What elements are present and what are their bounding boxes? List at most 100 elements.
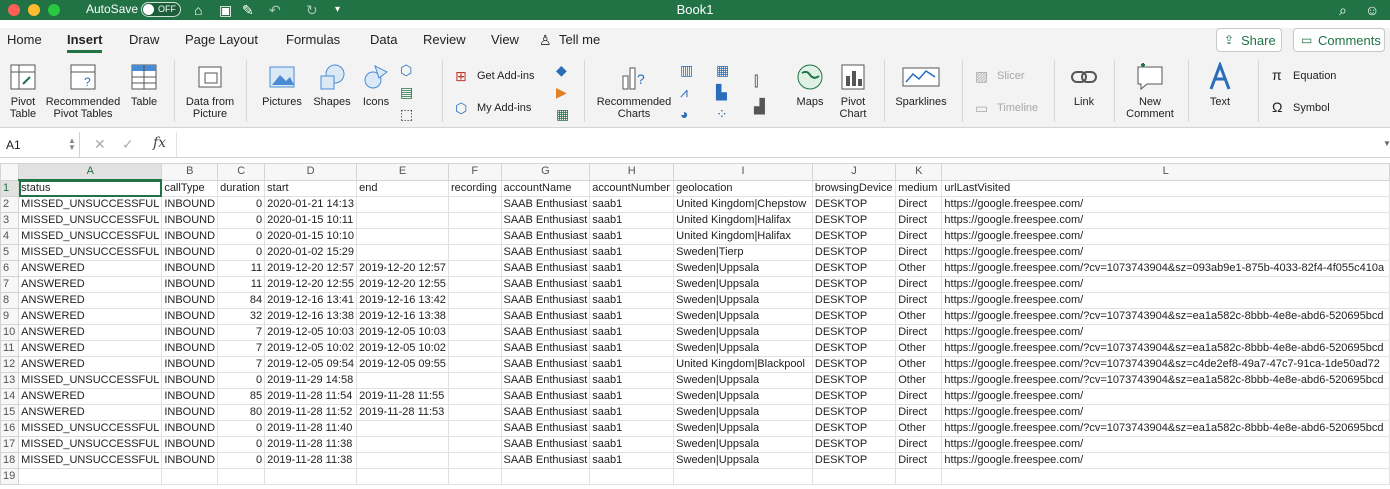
cell-j6[interactable]: DESKTOP xyxy=(811,260,897,277)
cell-g9[interactable]: SAAB Enthusiast xyxy=(500,308,591,325)
cell-b11[interactable]: INBOUND xyxy=(161,340,219,357)
addin-app-icon[interactable]: ▦ xyxy=(556,107,569,121)
cell-h18[interactable]: saab1 xyxy=(589,452,675,469)
cell-f6[interactable] xyxy=(448,260,502,277)
column-header-e[interactable]: E xyxy=(356,163,449,181)
text-button[interactable]: Text xyxy=(1198,62,1242,108)
cell-l15[interactable]: https://google.freespee.com/ xyxy=(941,404,1390,421)
cell-h8[interactable]: saab1 xyxy=(589,292,675,309)
cell-g16[interactable]: SAAB Enthusiast xyxy=(500,420,591,437)
cell-k1[interactable]: medium xyxy=(895,179,943,197)
cell-a6[interactable]: ANSWERED xyxy=(18,260,163,277)
cell-i16[interactable]: Sweden|Uppsala xyxy=(673,420,813,437)
cell-c10[interactable]: 7 xyxy=(217,324,266,341)
line-chart-icon[interactable]: ⩘ xyxy=(680,85,688,99)
cell-g18[interactable]: SAAB Enthusiast xyxy=(500,452,591,469)
cell-l8[interactable]: https://google.freespee.com/ xyxy=(941,292,1390,309)
cell-i1[interactable]: geolocation xyxy=(673,179,813,197)
pie-chart-icon[interactable]: ◕ xyxy=(680,107,688,121)
cell-d5[interactable]: 2020-01-02 15:29 xyxy=(264,244,358,261)
enter-formula-icon[interactable]: ✓ xyxy=(122,136,134,153)
cell-h15[interactable]: saab1 xyxy=(589,404,675,421)
get-addins-button[interactable]: Get Add-ins xyxy=(477,70,534,82)
maps-button[interactable]: Maps xyxy=(790,62,830,108)
cell-f14[interactable] xyxy=(448,388,502,405)
cell-a3[interactable]: MISSED_UNSUCCESSFUL xyxy=(18,212,163,229)
3d-models-icon[interactable]: ⬡ xyxy=(400,63,412,77)
recommended-charts-button[interactable]: ? Recommended Charts xyxy=(592,62,676,120)
scatter-chart-icon[interactable]: ⁘ xyxy=(716,107,728,121)
cell-f5[interactable] xyxy=(448,244,502,261)
cell-l2[interactable]: https://google.freespee.com/ xyxy=(941,196,1390,213)
tab-draw[interactable]: Draw xyxy=(129,32,159,47)
cell-d15[interactable]: 2019-11-28 11:52 xyxy=(264,404,358,421)
cell-k4[interactable]: Direct xyxy=(895,228,943,245)
cell-h10[interactable]: saab1 xyxy=(589,324,675,341)
row-header[interactable]: 18 xyxy=(0,452,20,469)
column-header-c[interactable]: C xyxy=(217,163,266,181)
cell-l19[interactable] xyxy=(941,468,1390,485)
cell-l13[interactable]: https://google.freespee.com/?cv=10737439… xyxy=(941,372,1390,389)
cell-d4[interactable]: 2020-01-15 10:10 xyxy=(264,228,358,245)
cell-b14[interactable]: INBOUND xyxy=(161,388,219,405)
column-header-a[interactable]: A xyxy=(18,163,163,181)
table-button[interactable]: Table xyxy=(126,62,162,108)
cell-e5[interactable] xyxy=(356,244,449,261)
cell-j19[interactable] xyxy=(811,468,897,485)
cell-l11[interactable]: https://google.freespee.com/?cv=10737439… xyxy=(941,340,1390,357)
cell-b18[interactable]: INBOUND xyxy=(161,452,219,469)
data-from-picture-button[interactable]: Data from Picture xyxy=(180,62,240,120)
cell-c7[interactable]: 11 xyxy=(217,276,266,293)
cell-l12[interactable]: https://google.freespee.com/?cv=10737439… xyxy=(941,356,1390,373)
cell-k14[interactable]: Direct xyxy=(895,388,943,405)
cell-a15[interactable]: ANSWERED xyxy=(18,404,163,421)
row-header[interactable]: 13 xyxy=(0,372,20,389)
cell-k11[interactable]: Other xyxy=(895,340,943,357)
cell-c11[interactable]: 7 xyxy=(217,340,266,357)
cell-c15[interactable]: 80 xyxy=(217,404,266,421)
row-header[interactable]: 12 xyxy=(0,356,20,373)
row-header[interactable]: 6 xyxy=(0,260,20,277)
cell-k15[interactable]: Direct xyxy=(895,404,943,421)
new-comment-button[interactable]: New Comment xyxy=(1122,62,1178,120)
hierarchy-chart-icon[interactable]: ▦ xyxy=(716,63,729,77)
cell-b10[interactable]: INBOUND xyxy=(161,324,219,341)
cell-f3[interactable] xyxy=(448,212,502,229)
row-header[interactable]: 16 xyxy=(0,420,20,437)
cell-j13[interactable]: DESKTOP xyxy=(811,372,897,389)
cell-e14[interactable]: 2019-11-28 11:55 xyxy=(356,388,449,405)
cell-k2[interactable]: Direct xyxy=(895,196,943,213)
cell-e10[interactable]: 2019-12-05 10:03 xyxy=(356,324,449,341)
column-header-d[interactable]: D xyxy=(264,163,358,181)
cell-e12[interactable]: 2019-12-05 09:55 xyxy=(356,356,449,373)
cell-i12[interactable]: United Kingdom|Blackpool xyxy=(673,356,813,373)
cell-e4[interactable] xyxy=(356,228,449,245)
cell-a12[interactable]: ANSWERED xyxy=(18,356,163,373)
cell-f11[interactable] xyxy=(448,340,502,357)
cell-i15[interactable]: Sweden|Uppsala xyxy=(673,404,813,421)
cell-k19[interactable] xyxy=(895,468,943,485)
addin-app-icon[interactable]: ◆ xyxy=(556,63,567,77)
row-header[interactable]: 19 xyxy=(0,468,20,485)
cell-g1[interactable]: accountName xyxy=(500,179,591,197)
cell-b3[interactable]: INBOUND xyxy=(161,212,219,229)
cell-h2[interactable]: saab1 xyxy=(589,196,675,213)
cell-c2[interactable]: 0 xyxy=(217,196,266,213)
waterfall-chart-icon[interactable]: ⫿ xyxy=(754,74,758,88)
row-header[interactable]: 7 xyxy=(0,276,20,293)
cell-h16[interactable]: saab1 xyxy=(589,420,675,437)
cell-j9[interactable]: DESKTOP xyxy=(811,308,897,325)
timeline-button[interactable]: Timeline xyxy=(997,102,1038,114)
cell-d8[interactable]: 2019-12-16 13:41 xyxy=(264,292,358,309)
screenshot-icon[interactable]: ⬚ xyxy=(400,107,413,121)
cell-g5[interactable]: SAAB Enthusiast xyxy=(500,244,591,261)
cell-k9[interactable]: Other xyxy=(895,308,943,325)
cell-j1[interactable]: browsingDevice xyxy=(811,179,897,197)
cell-k10[interactable]: Direct xyxy=(895,324,943,341)
cell-h3[interactable]: saab1 xyxy=(589,212,675,229)
cell-k7[interactable]: Direct xyxy=(895,276,943,293)
cell-d2[interactable]: 2020-01-21 14:13 xyxy=(264,196,358,213)
cell-b19[interactable] xyxy=(161,468,219,485)
share-button[interactable]: ⇪ Share xyxy=(1216,28,1282,52)
cell-e3[interactable] xyxy=(356,212,449,229)
